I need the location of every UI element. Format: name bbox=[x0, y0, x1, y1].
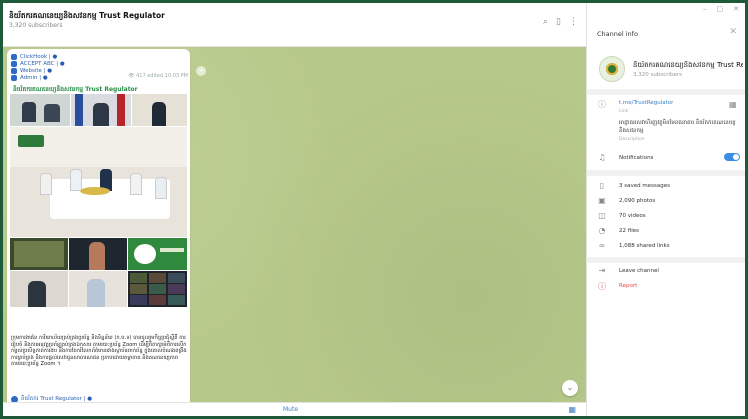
channel-post[interactable]: ClickHook | ● ACCEPT ABC | ● Website | ●… bbox=[7, 49, 190, 409]
qr-code-icon[interactable]: ▦ bbox=[729, 100, 737, 109]
post-photo[interactable] bbox=[69, 271, 127, 307]
channel-avatar[interactable] bbox=[599, 56, 625, 82]
notifications-label: Notifications bbox=[619, 155, 654, 161]
minimize-icon[interactable]: – bbox=[703, 5, 707, 13]
panel-title: Channel info bbox=[597, 30, 638, 38]
post-photo[interactable] bbox=[128, 238, 187, 270]
link-icon bbox=[11, 67, 17, 74]
link-row[interactable]: ClickHook | ● bbox=[11, 53, 186, 60]
post-photo[interactable] bbox=[10, 271, 68, 307]
link-icon bbox=[11, 53, 17, 60]
info-icon: ⓘ bbox=[598, 100, 606, 109]
info-row-notifications[interactable]: ♫ Notifications bbox=[587, 152, 745, 166]
telegram-window: និយ័តករគណនេយ្យនិងសវនកម្ម Trust Regulator… bbox=[3, 3, 745, 416]
photo-icon: ▣ bbox=[598, 196, 606, 205]
divider bbox=[587, 170, 745, 176]
link-icon bbox=[11, 74, 17, 81]
post-photo[interactable] bbox=[10, 238, 68, 270]
link-row[interactable]: ACCEPT ABC | ● bbox=[11, 60, 186, 67]
media-row-photos[interactable]: ▣ 2,090 photos bbox=[587, 195, 745, 209]
report-icon: ⓘ bbox=[598, 282, 606, 291]
more-icon[interactable]: ⋮ bbox=[569, 17, 578, 27]
leave-channel-button[interactable]: ⇥ Leave channel bbox=[587, 265, 745, 279]
link-icon: ∞ bbox=[598, 241, 606, 250]
channel-name: និយ័តករគណនេយ្យនិងសវនកម្ម Trust Regu... bbox=[633, 61, 743, 69]
post-caption: ក្រុមការងារនៃ ការិយាល័យគ្រប់គ្រងប្រព័ន្ធ… bbox=[11, 335, 187, 368]
divider bbox=[587, 257, 745, 263]
media-row-videos[interactable]: ◫ 70 videos bbox=[587, 210, 745, 224]
bookmark-icon: ▯ bbox=[599, 181, 605, 190]
post-photo[interactable] bbox=[71, 94, 131, 126]
post-photo[interactable] bbox=[10, 127, 187, 237]
file-icon: ◔ bbox=[598, 226, 606, 235]
chat-footer: Mute ▦ bbox=[3, 402, 586, 416]
forward-icon[interactable]: ➜ bbox=[196, 66, 206, 76]
link-icon bbox=[11, 60, 17, 67]
bell-icon: ♫ bbox=[598, 153, 606, 162]
close-icon[interactable]: ✕ bbox=[729, 27, 737, 37]
media-row-saved[interactable]: ▯ 3 saved messages bbox=[587, 180, 745, 194]
post-photo[interactable] bbox=[69, 238, 127, 270]
divider bbox=[587, 89, 745, 95]
post-photo[interactable] bbox=[132, 94, 187, 126]
subscriber-count: 3,320 subscribers bbox=[9, 22, 63, 29]
chat-header[interactable]: និយ័តករគណនេយ្យនិងសវនកម្ម Trust Regulator… bbox=[3, 3, 586, 47]
mute-button[interactable]: Mute bbox=[283, 406, 298, 413]
description-label: Description bbox=[619, 137, 645, 142]
channel-title: និយ័តករគណនេយ្យនិងសវនកម្ម Trust Regulator bbox=[9, 11, 165, 20]
search-icon[interactable]: ⌕ bbox=[543, 17, 548, 27]
channel-link[interactable]: t.me/TrustRegulator bbox=[619, 100, 673, 106]
media-row-links[interactable]: ∞ 1,088 shared links bbox=[587, 240, 745, 254]
channel-subscribers: 3,320 subscribers bbox=[633, 72, 683, 78]
window-controls: – ▢ ✕ bbox=[703, 5, 739, 13]
channel-info-panel: – ▢ ✕ Channel info ✕ និយ័តករគណនេយ្យនិងសវ… bbox=[586, 3, 745, 416]
post-photo[interactable] bbox=[128, 271, 187, 307]
video-icon: ◫ bbox=[598, 211, 606, 220]
notifications-toggle[interactable] bbox=[724, 153, 740, 161]
channel-description: អាជ្ញាធរសេវាហិរញ្ញវត្ថុមិនមែនធនាគារ និយ័… bbox=[619, 120, 736, 134]
window-close-icon[interactable]: ✕ bbox=[733, 5, 739, 13]
maximize-icon[interactable]: ▢ bbox=[717, 5, 724, 13]
link-label: Link bbox=[619, 109, 629, 114]
view-count: 👁 417 edited 10:03 PM bbox=[128, 73, 188, 79]
emoji-icon[interactable]: ▦ bbox=[568, 405, 576, 414]
media-row-files[interactable]: ◔ 22 files bbox=[587, 225, 745, 239]
post-photo[interactable] bbox=[10, 94, 70, 126]
report-button[interactable]: ⓘ Report bbox=[587, 280, 745, 294]
sidebar-toggle-icon[interactable]: ▯ bbox=[556, 17, 561, 27]
scroll-down-button[interactable]: ⌄ bbox=[562, 380, 578, 396]
leave-icon: ⇥ bbox=[598, 266, 606, 275]
post-sender[interactable]: និយ័តករគណនេយ្យនិងសវនកម្ម Trust Regulator bbox=[13, 85, 138, 94]
